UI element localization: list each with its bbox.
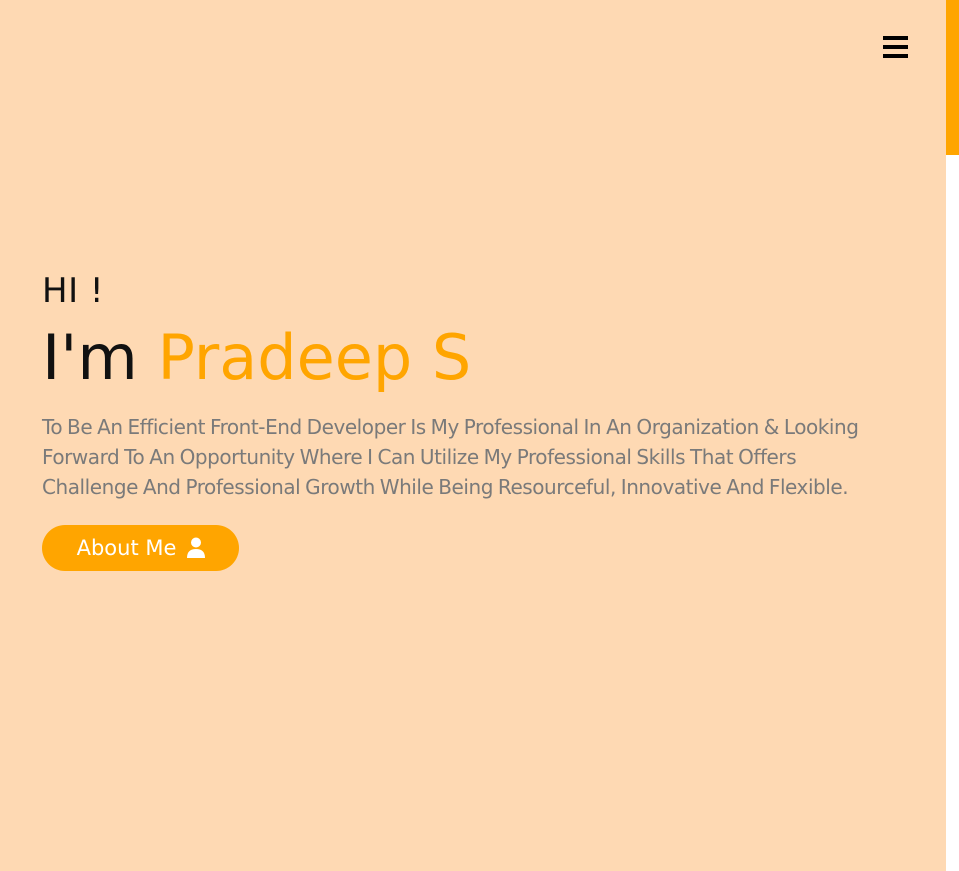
user-icon — [187, 537, 206, 558]
tagline-text: To Be An Efficient Front-End Developer I… — [42, 415, 859, 499]
name-highlight: Pradeep S — [157, 321, 472, 394]
about-me-button[interactable]: About Me — [42, 525, 239, 571]
scrollbar-thumb[interactable] — [946, 0, 959, 155]
greeting-text: HI ! — [42, 271, 105, 311]
page-title: I'm Pradeep S — [42, 320, 892, 396]
intro-prefix: I'm — [42, 321, 158, 394]
menu-button[interactable] — [880, 34, 910, 60]
about-me-label: About Me — [76, 536, 177, 560]
page-viewport: HI ! I'm Pradeep S To Be An Efficient Fr… — [0, 0, 946, 871]
scrollbar[interactable] — [946, 0, 959, 871]
hero-section: HI ! I'm Pradeep S To Be An Efficient Fr… — [42, 268, 892, 571]
